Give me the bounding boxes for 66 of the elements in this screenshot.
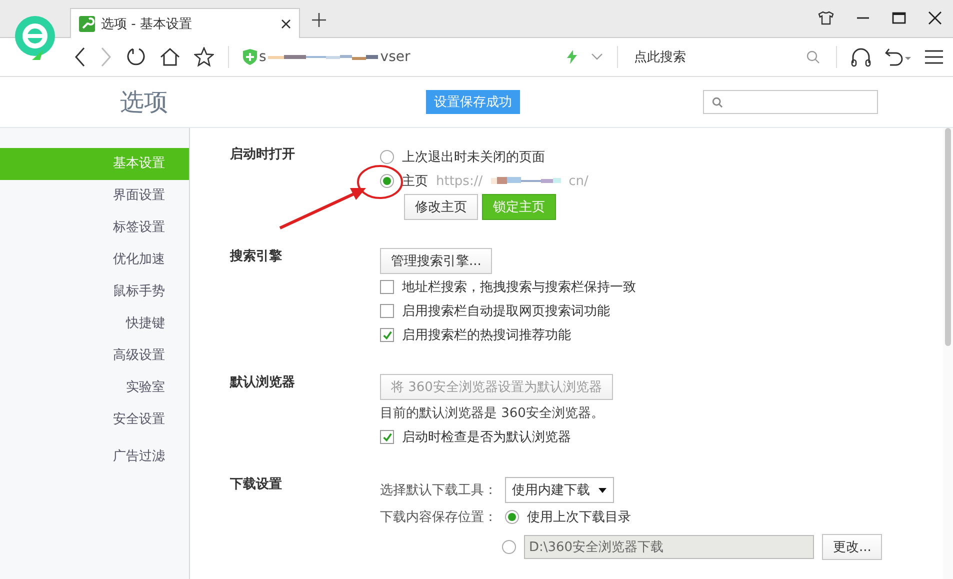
address-text[interactable]: vser — [380, 49, 410, 65]
chevron-down-icon[interactable] — [591, 53, 603, 61]
maximize-icon[interactable] — [892, 11, 906, 25]
search-icon[interactable] — [806, 50, 820, 64]
page-title: 选项 — [119, 87, 168, 118]
sidebar-item[interactable]: 界面设置 — [0, 180, 189, 212]
radio-button[interactable] — [502, 540, 516, 554]
sidebar-item[interactable]: 安全设置 — [0, 404, 189, 436]
undo-icon[interactable] — [885, 47, 911, 67]
info-text: 目前的默认浏览器是 360安全浏览器。 — [380, 405, 605, 423]
search-icon — [712, 96, 723, 108]
action-button[interactable]: 修改主页 — [404, 194, 478, 220]
sidebar-item[interactable]: 广告过滤 — [0, 441, 189, 473]
shield-icon — [243, 49, 257, 65]
forward-icon[interactable] — [100, 47, 112, 67]
browser-tab[interactable]: 选项 - 基本设置 — [70, 8, 300, 38]
close-icon[interactable] — [281, 18, 291, 28]
caret-icon — [598, 488, 607, 492]
option-label: 启用搜索栏自动提取网页搜索词功能 — [402, 303, 610, 320]
section-title: 启动时打开 — [230, 146, 295, 163]
field-label: 下载内容保存位置： — [380, 509, 497, 526]
radio-button[interactable] — [505, 510, 519, 524]
sidebar-item[interactable]: 高级设置 — [0, 340, 189, 372]
checkbox[interactable] — [380, 280, 394, 294]
checkbox[interactable] — [380, 430, 394, 444]
radio-button[interactable] — [380, 174, 394, 188]
path-field[interactable]: D:\360安全浏览器下载 — [524, 535, 814, 559]
star-icon[interactable] — [194, 47, 214, 67]
blurred-url-drawing — [490, 177, 561, 185]
option-label: 地址栏搜索，拖拽搜索与搜索栏保持一致 — [402, 279, 636, 296]
dropdown[interactable]: 使用内建下载 — [505, 477, 614, 503]
shirt-icon[interactable] — [818, 11, 834, 25]
radio-button[interactable] — [380, 150, 394, 164]
homepage-url: cn/ — [568, 174, 588, 188]
menu-icon[interactable] — [925, 49, 943, 65]
sidebar-item[interactable]: 实验室 — [0, 372, 189, 404]
sidebar-item[interactable]: 优化加速 — [0, 244, 189, 276]
checkbox[interactable] — [380, 304, 394, 318]
section-title: 默认浏览器 — [230, 374, 295, 391]
field-label: 选择默认下载工具： — [380, 482, 497, 499]
save-notice: 设置保存成功 — [426, 90, 520, 114]
option-label: 使用上次下载目录 — [527, 509, 631, 526]
homepage-url: https:// — [436, 174, 483, 188]
sidebar-item[interactable]: 快捷键 — [0, 308, 189, 340]
wrench-icon — [79, 16, 95, 32]
tab-title: 选项 - 基本设置 — [101, 16, 193, 32]
action-button[interactable]: 管理搜索引擎... — [380, 248, 492, 274]
option-label: 启用搜索栏的热搜词推荐功能 — [402, 327, 571, 344]
new-tab-icon[interactable] — [312, 13, 326, 27]
checkbox[interactable] — [380, 328, 394, 342]
option-label: 上次退出时未关闭的页面 — [402, 149, 545, 166]
option-label: 启动时检查是否为默认浏览器 — [402, 429, 571, 446]
lightning-icon[interactable] — [567, 50, 577, 64]
search-field[interactable] — [703, 90, 878, 114]
section-title: 下载设置 — [230, 476, 282, 493]
close-icon[interactable] — [928, 11, 942, 25]
change-button[interactable]: 更改... — [822, 534, 882, 560]
reload-icon[interactable] — [126, 47, 146, 67]
sidebar-item[interactable]: 鼠标手势 — [0, 276, 189, 308]
scrollbar-thumb[interactable] — [945, 128, 951, 346]
home-icon[interactable] — [160, 47, 180, 67]
section-title: 搜索引擎 — [230, 248, 282, 265]
sidebar-item[interactable]: 标签设置 — [0, 212, 189, 244]
back-icon[interactable] — [74, 47, 86, 67]
headphones-icon[interactable] — [851, 47, 871, 67]
address-text[interactable]: s — [259, 49, 266, 65]
